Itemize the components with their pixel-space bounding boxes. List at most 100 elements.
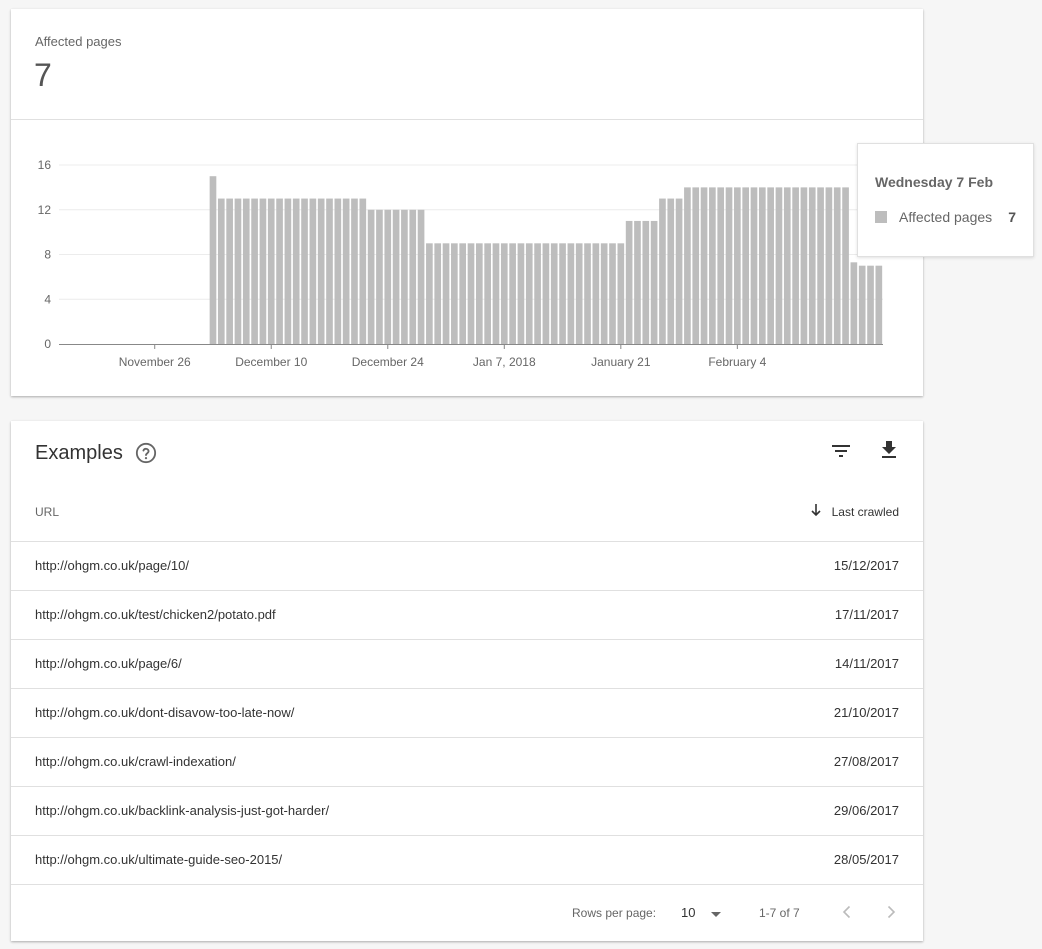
chart-bar[interactable] <box>617 243 625 344</box>
chart-bar[interactable] <box>625 220 633 344</box>
chart-bar[interactable] <box>584 243 591 344</box>
chart-bar[interactable] <box>659 198 666 344</box>
chart-bar[interactable] <box>650 220 658 344</box>
chart-bar[interactable] <box>442 243 450 344</box>
chart-bar[interactable] <box>725 187 733 345</box>
chart-bar[interactable] <box>767 187 774 345</box>
chart-bar[interactable] <box>475 243 483 344</box>
table-row[interactable]: http://ohgm.co.uk/page/6/ 14/11/2017 <box>11 640 923 689</box>
row-url[interactable]: http://ohgm.co.uk/dont-disavow-too-late-… <box>35 705 294 720</box>
help-circle-icon[interactable] <box>135 442 157 464</box>
chart-bar[interactable] <box>309 198 317 344</box>
chart-bar[interactable] <box>384 209 392 344</box>
chart-bar[interactable] <box>717 187 725 345</box>
chart-bar[interactable] <box>750 187 758 345</box>
chart-bar[interactable] <box>634 220 641 344</box>
caret-down-icon[interactable] <box>709 909 723 919</box>
table-row[interactable]: http://ohgm.co.uk/page/10/ 15/12/2017 <box>11 542 923 591</box>
chart-bar[interactable] <box>575 243 583 344</box>
chart-bar[interactable] <box>783 187 791 345</box>
chart-bar[interactable] <box>675 198 683 344</box>
table-row[interactable]: http://ohgm.co.uk/test/chicken2/potato.p… <box>11 591 923 640</box>
chart-bar[interactable] <box>542 243 550 344</box>
chart-bar[interactable] <box>417 209 425 344</box>
chart-bar[interactable] <box>734 187 741 345</box>
table-row[interactable]: http://ohgm.co.uk/backlink-analysis-just… <box>11 787 923 836</box>
chart-bar[interactable] <box>792 187 799 345</box>
filter-icon[interactable] <box>829 439 853 463</box>
chart-bar[interactable] <box>492 243 500 344</box>
chart-bar[interactable] <box>509 243 516 344</box>
row-url[interactable]: http://ohgm.co.uk/crawl-indexation/ <box>35 754 236 769</box>
chart-bar[interactable] <box>500 243 508 344</box>
chart-bar[interactable] <box>342 198 350 344</box>
chart-bar[interactable] <box>550 243 558 344</box>
chart-bar[interactable] <box>850 262 858 344</box>
chart-bar[interactable] <box>284 198 292 344</box>
chart-bar[interactable] <box>351 198 358 344</box>
chart-bar[interactable] <box>775 187 783 345</box>
chart-bar[interactable] <box>226 198 233 344</box>
chevron-right-icon[interactable] <box>881 902 901 922</box>
chart-bar[interactable] <box>459 243 467 344</box>
chart-bar[interactable] <box>484 243 491 344</box>
chart-bar[interactable] <box>317 198 325 344</box>
chart-bar[interactable] <box>817 187 824 345</box>
chart-bar[interactable] <box>209 176 217 344</box>
chart-bar[interactable] <box>267 198 275 344</box>
row-url[interactable]: http://ohgm.co.uk/page/6/ <box>35 656 182 671</box>
affected-pages-chart[interactable]: 0 4 8 12 16 November 26 December 10 December 24… <box>11 9 923 396</box>
chart-bar[interactable] <box>234 198 242 344</box>
chart-bar[interactable] <box>367 209 375 344</box>
chart-bar[interactable] <box>808 187 816 345</box>
arrow-down-icon[interactable] <box>809 502 823 518</box>
table-row[interactable]: http://ohgm.co.uk/dont-disavow-too-late-… <box>11 689 923 738</box>
chart-bar[interactable] <box>867 265 874 344</box>
chart-bar[interactable] <box>426 243 433 344</box>
chart-bar[interactable] <box>292 198 300 344</box>
chart-bar[interactable] <box>667 198 675 344</box>
chart-bar[interactable] <box>600 243 608 344</box>
chart-bar[interactable] <box>858 265 866 344</box>
chart-bar[interactable] <box>467 243 475 344</box>
chart-bar[interactable] <box>334 198 342 344</box>
download-icon[interactable] <box>877 438 901 462</box>
chart-bar[interactable] <box>242 198 250 344</box>
chart-bar[interactable] <box>392 209 400 344</box>
chart-bar[interactable] <box>451 243 458 344</box>
chart-bar[interactable] <box>742 187 749 345</box>
table-row[interactable]: http://ohgm.co.uk/crawl-indexation/ 27/0… <box>11 738 923 787</box>
chart-bar[interactable] <box>517 243 525 344</box>
row-url[interactable]: http://ohgm.co.uk/page/10/ <box>35 558 189 573</box>
chart-bar[interactable] <box>525 243 533 344</box>
chart-bar[interactable] <box>251 198 258 344</box>
chart-bar[interactable] <box>276 198 283 344</box>
row-url[interactable]: http://ohgm.co.uk/ultimate-guide-seo-201… <box>35 852 282 867</box>
row-url[interactable]: http://ohgm.co.uk/test/chicken2/potato.p… <box>35 607 276 622</box>
chart-bar[interactable] <box>700 187 708 345</box>
chart-bar[interactable] <box>434 243 442 344</box>
chart-bar[interactable] <box>800 187 808 345</box>
chart-bar[interactable] <box>825 187 833 345</box>
chart-bar[interactable] <box>259 198 267 344</box>
chart-bar[interactable] <box>376 209 383 344</box>
chart-bar[interactable] <box>833 187 841 345</box>
chart-bar[interactable] <box>326 198 333 344</box>
chart-bar[interactable] <box>401 209 408 344</box>
chart-bar[interactable] <box>409 209 417 344</box>
chart-bar[interactable] <box>692 187 700 345</box>
chart-bar[interactable] <box>217 198 225 344</box>
row-url[interactable]: http://ohgm.co.uk/backlink-analysis-just… <box>35 803 329 818</box>
chart-bar[interactable] <box>559 243 566 344</box>
chart-bar[interactable] <box>684 187 691 345</box>
rows-per-page-select[interactable]: 10 <box>681 905 695 920</box>
chevron-left-icon[interactable] <box>837 902 857 922</box>
chart-bar[interactable] <box>842 187 849 345</box>
chart-bar[interactable] <box>875 265 883 344</box>
chart-bar[interactable] <box>758 187 766 345</box>
chart-bar[interactable] <box>592 243 600 344</box>
chart-bar[interactable] <box>642 220 650 344</box>
chart-bar[interactable] <box>534 243 541 344</box>
chart-bar[interactable] <box>609 243 616 344</box>
column-header-url[interactable]: URL <box>35 505 59 519</box>
